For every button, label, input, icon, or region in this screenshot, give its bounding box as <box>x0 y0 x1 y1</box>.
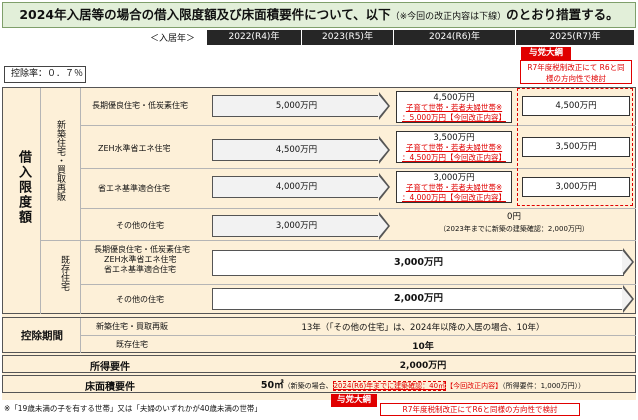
child-value-long-term: ：5,000万円【今回改正内容】 <box>402 113 506 122</box>
existing-label-energy: 省エネ基準適合住宅 <box>104 265 176 274</box>
box-long-term-2024: 4,500万円 子育て世帯・若者夫婦世帯※ ：5,000万円【今回改正内容】 <box>396 91 512 123</box>
floor-underline: 2024(R6)年までに建築確認：40㎡ <box>332 381 447 391</box>
period-label-new: 新築住宅・買取再販 <box>96 322 168 331</box>
existing-label-other: その他の住宅 <box>116 295 164 304</box>
floor-label: 床面積要件 <box>85 382 135 393</box>
value-long-term-2223: 5,000万円 <box>212 95 380 117</box>
title-note: （※今回の改正内容は下線） <box>390 12 507 22</box>
arrow-zeh: 4,500万円 <box>212 136 390 164</box>
floor-revision: 【今回改正内容】 <box>446 382 503 390</box>
child-value-energy: ：4,000万円【今回改正内容】 <box>402 193 506 202</box>
child-value-zeh: ：4,500万円【今回改正内容】 <box>402 153 506 162</box>
ruling-party-dashed-area <box>517 88 633 206</box>
value-other-2223: 3,000万円 <box>212 215 380 237</box>
ruling-party-note-bottom: R7年度税制改正にてR6と同様の方向性で検討 <box>380 403 580 416</box>
floor-income: （所得要件：1,000万円）） <box>502 382 586 390</box>
existing-housing-label: 既存住宅 <box>59 255 69 291</box>
row-label-long-term: 長期優良住宅・低炭素住宅 <box>92 101 188 110</box>
row-label-zeh: ZEH水準省エネ住宅 <box>98 144 171 153</box>
arrow-long-term: 5,000万円 <box>212 92 390 120</box>
period-label-existing: 既存住宅 <box>116 340 148 349</box>
child-household-long-term: 子育て世帯・若者夫婦世帯※ <box>405 103 503 112</box>
arrow-existing: 3,000万円 <box>212 248 634 276</box>
period-value-existing: 10年 <box>412 342 434 352</box>
year-header-2023: 2023(R5)年 <box>302 30 393 45</box>
value-zeh-2223: 4,500万円 <box>212 139 380 161</box>
arrow-existing-other: 2,000万円 <box>212 285 634 313</box>
year-header-2024: 2024(R6)年 <box>394 30 515 45</box>
existing-label-zeh: ZEH水準省エネ住宅 <box>104 255 177 264</box>
box-energy-2024: 3,000万円 子育て世帯・若者夫婦世帯※ ：4,000万円【今回改正内容】 <box>396 171 512 203</box>
arrow-other: 3,000万円 <box>212 212 390 240</box>
existing-label-long-term: 長期優良住宅・低炭素住宅 <box>94 245 190 254</box>
existing-row-labels: 長期優良住宅・低炭素住宅 ZEH水準省エネ住宅 省エネ基準適合住宅 <box>94 245 190 275</box>
value-energy-2024: 3,000万円 <box>433 173 475 183</box>
footnote: ※「19歳未満の子を有する世帯」又は「夫婦のいずれかが40歳未満の世帯」 <box>4 404 262 413</box>
value-energy-2223: 4,000万円 <box>212 176 380 198</box>
ruling-party-note-top: R7年度税制改正にて R6と同様の方向性で検討 <box>520 60 632 84</box>
title-tail: のとおり措置する。 <box>506 7 619 22</box>
period-value-new: 13年（「その他の住宅」は、2024年以降の入居の場合、10年） <box>301 323 545 333</box>
page-title: 2024年入居等の場合の借入限度額及び床面積要件について、以下（※今回の改正内容… <box>2 2 636 28</box>
income-value: 2,000万円 <box>399 361 447 371</box>
child-household-zeh: 子育て世帯・若者夫婦世帯※ <box>405 143 503 152</box>
borrow-limit-label: 借入限度額 <box>16 150 31 225</box>
floor-value: 50㎡ <box>260 380 284 391</box>
deduction-rate: 控除率：０．７％ <box>4 66 86 83</box>
deduction-period-label: 控除期間 <box>21 330 63 342</box>
floor-value-row: 50㎡（新築の場合、2024(R6)年までに建築確認：40㎡【今回改正内容】（所… <box>213 377 633 391</box>
floor-note: （新築の場合、 <box>283 382 333 390</box>
value-long-term-2024: 4,500万円 <box>433 93 475 103</box>
other-2024-value: 0円 <box>507 212 521 222</box>
row-label-other: その他の住宅 <box>116 221 164 230</box>
other-2024-note: （2023年までに新築の建築確認：2,000万円） <box>439 225 589 233</box>
ruling-party-tag-top: 与党大綱 <box>521 47 571 60</box>
year-header-2025: 2025(R7)年 <box>516 30 634 45</box>
child-household-energy: 子育て世帯・若者夫婦世帯※ <box>405 183 503 192</box>
box-zeh-2024: 3,500万円 子育て世帯・若者夫婦世帯※ ：4,500万円【今回改正内容】 <box>396 131 512 163</box>
year-label: ＜入居年＞ <box>150 34 196 44</box>
ruling-party-tag-bottom: 与党大綱 <box>331 394 377 407</box>
new-housing-label: 新築住宅・買取再販 <box>55 120 65 201</box>
value-existing: 3,000万円 <box>212 250 624 276</box>
value-existing-other: 2,000万円 <box>212 288 624 310</box>
row-label-energy: 省エネ基準適合住宅 <box>98 184 170 193</box>
value-zeh-2024: 3,500万円 <box>433 133 475 143</box>
title-main: 2024年入居等の場合の借入限度額及び床面積要件について、以下 <box>19 7 391 22</box>
arrow-energy: 4,000万円 <box>212 173 390 201</box>
income-label: 所得要件 <box>90 362 130 373</box>
year-header-2022: 2022(R4)年 <box>207 30 301 45</box>
